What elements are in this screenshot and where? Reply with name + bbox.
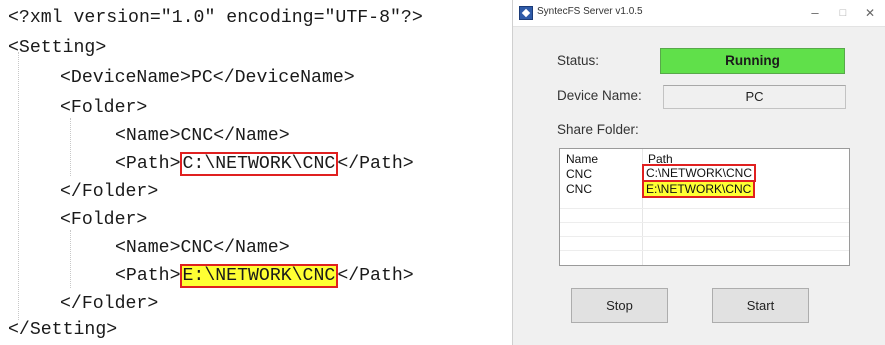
xml-folder1-name: <Name>CNC</Name> [115,126,290,146]
status-label: Status: [557,53,600,68]
row-divider [560,208,849,209]
path-highlight-red: C:\NETWORK\CNC [179,152,339,176]
xml-folder-close: </Folder> [60,294,159,314]
start-button[interactable]: Start [712,288,809,323]
path-highlight-yellow: E:\NETWORK\CNC [179,264,339,288]
row-divider [560,236,849,237]
list-item-name[interactable]: CNC [566,167,592,181]
xml-setting-close: </Setting> [8,320,118,340]
xml-declaration: <?xml version="1.0" encoding="UTF-8"?> [8,8,423,28]
share-folder-list[interactable]: Name Path CNC C:\NETWORK\CNC CNC E:\NETW… [559,148,850,266]
indent-guide [18,52,19,320]
syntecfs-server-window: SyntecFS Server v1.0.5 – □ ✕ Status: Run… [512,0,885,345]
xml-code-panel: <?xml version="1.0" encoding="UTF-8"?> <… [0,0,508,345]
minimize-button[interactable]: – [801,3,829,23]
xml-folder1-path: <Path> C:\NETWORK\CNC </Path> [115,152,414,176]
maximize-button[interactable]: □ [829,3,857,23]
stop-button[interactable]: Stop [571,288,668,323]
row-divider [560,222,849,223]
title-bar[interactable]: SyntecFS Server v1.0.5 – □ ✕ [513,0,885,27]
device-name-label: Device Name: [557,88,642,103]
status-indicator: Running [660,48,845,74]
xml-folder-open: <Folder> [60,98,148,118]
indent-guide [70,118,71,176]
xml-folder-close: </Folder> [60,182,159,202]
row-divider [560,250,849,251]
app-logo-icon [519,6,533,20]
xml-device-name: <DeviceName>PC</DeviceName> [60,68,355,88]
share-folder-label: Share Folder: [557,122,639,137]
xml-folder2-name: <Name>CNC</Name> [115,238,290,258]
list-item-name[interactable]: CNC [566,182,592,196]
xml-folder-open: <Folder> [60,210,148,230]
window-title: SyntecFS Server v1.0.5 [537,6,643,17]
indent-guide [70,230,71,288]
xml-folder2-path: <Path> E:\NETWORK\CNC </Path> [115,264,414,288]
list-item-path[interactable]: E:\NETWORK\CNC [642,180,756,198]
device-name-field: PC [663,85,846,109]
close-button[interactable]: ✕ [856,3,884,23]
column-header-name[interactable]: Name [566,152,598,166]
xml-setting-open: <Setting> [8,38,107,58]
